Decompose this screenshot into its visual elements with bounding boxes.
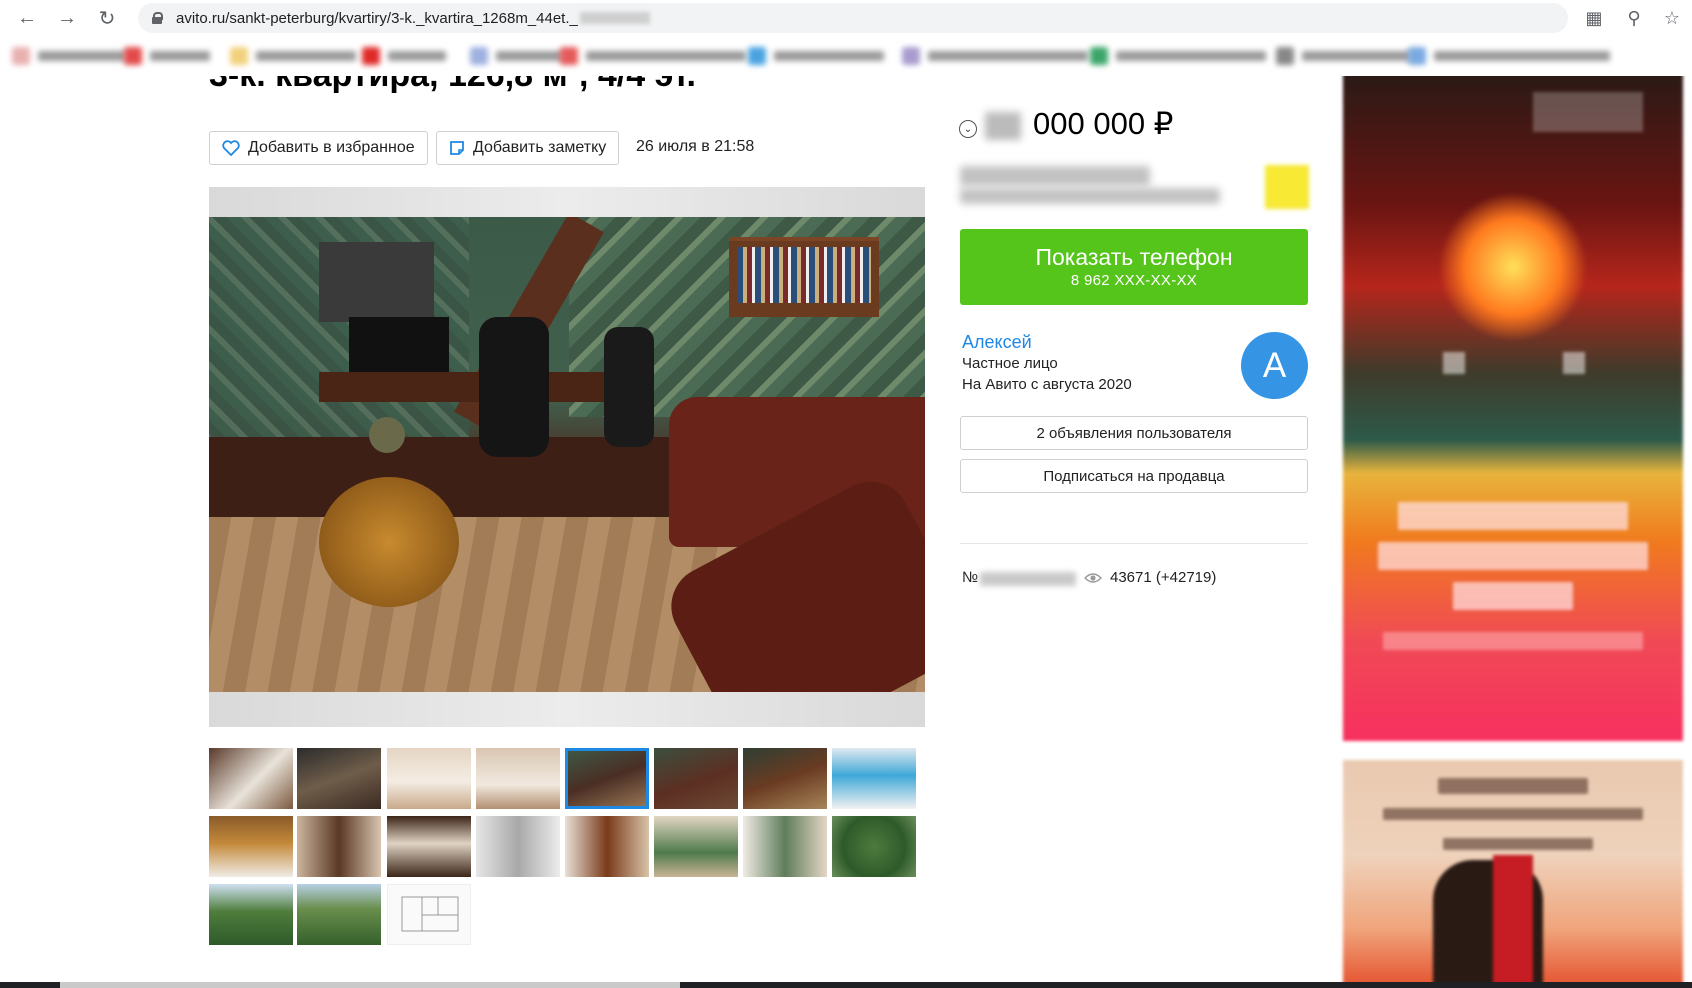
thumbnail-active[interactable]	[565, 748, 649, 809]
bookmark-item[interactable]	[124, 46, 210, 66]
thumbnail[interactable]	[387, 748, 471, 809]
lock-icon	[152, 12, 163, 24]
back-icon[interactable]: ←	[14, 5, 40, 31]
bookmark-item[interactable]	[230, 46, 356, 66]
address-bar[interactable]: avito.ru/sankt-peterburg/kvartiry/3-k._k…	[138, 3, 1568, 33]
thumbnail[interactable]	[209, 884, 293, 945]
thumbnail[interactable]	[387, 816, 471, 877]
ad-banner-top[interactable]	[1343, 76, 1683, 741]
bookmark-item[interactable]	[1408, 46, 1610, 66]
redacted-text	[960, 188, 1220, 204]
add-favorite-button[interactable]: Добавить в избранное	[209, 131, 428, 165]
redacted-text	[960, 166, 1150, 186]
thumbnail[interactable]	[832, 748, 916, 809]
thumbnail[interactable]	[476, 748, 560, 809]
thumbnail[interactable]	[297, 816, 381, 877]
ad-banner-bottom[interactable]	[1343, 760, 1683, 982]
show-phone-label: Показать телефон	[1035, 244, 1233, 270]
star-icon[interactable]: ☆	[1660, 6, 1684, 30]
seller-since: На Авито с августа 2020	[962, 376, 1132, 393]
thumbnail[interactable]	[209, 748, 293, 809]
scrollbar-thumb[interactable]	[60, 982, 680, 988]
url-redacted	[579, 12, 650, 24]
subscribe-seller-button[interactable]: Подписаться на продавца	[960, 459, 1308, 493]
divider	[960, 543, 1308, 544]
bookmarks-bar	[0, 36, 1692, 76]
ad-number-label: №	[962, 569, 979, 586]
thumbnail[interactable]	[654, 748, 738, 809]
forward-icon[interactable]: →	[54, 5, 80, 31]
photo-image	[209, 217, 925, 692]
thumbnail[interactable]	[743, 748, 827, 809]
yellow-badge	[1265, 165, 1309, 209]
zoom-icon[interactable]: ⚲	[1622, 6, 1646, 30]
floorplan-icon	[401, 896, 459, 932]
phone-masked: 8 962 XXX-XX-XX	[1070, 272, 1198, 289]
views-count: 43671 (+42719)	[1110, 569, 1217, 586]
add-note-label: Добавить заметку	[473, 139, 607, 156]
thumbnail[interactable]	[565, 816, 649, 877]
thumbnail[interactable]	[476, 816, 560, 877]
thumbnail[interactable]	[743, 816, 827, 877]
eye-icon	[1084, 573, 1102, 583]
bookmark-item[interactable]	[1090, 46, 1266, 66]
thumbnail[interactable]	[297, 748, 381, 809]
add-note-button[interactable]: Добавить заметку	[436, 131, 620, 165]
listing-title: 3-к. квартира, 126,8 м², 4/4 эт.	[209, 76, 696, 95]
bookmark-item[interactable]	[560, 46, 746, 66]
publish-date: 26 июля в 21:58	[636, 138, 755, 155]
add-favorite-label: Добавить в избранное	[248, 139, 415, 156]
bookmark-item[interactable]	[902, 46, 1088, 66]
thumbnail[interactable]	[297, 884, 381, 945]
price-dropdown-icon[interactable]: ⌄	[959, 120, 977, 138]
bookmark-item[interactable]	[362, 46, 446, 66]
bookmark-item[interactable]	[1276, 46, 1412, 66]
thumbnail[interactable]	[654, 816, 738, 877]
thumbnail[interactable]	[209, 816, 293, 877]
bookmark-item[interactable]	[12, 46, 126, 66]
note-icon	[450, 141, 464, 155]
bookmark-item[interactable]	[470, 46, 564, 66]
thumbnail-floorplan[interactable]	[387, 884, 471, 945]
seller-name-link[interactable]: Алексей	[962, 332, 1032, 353]
price: 000 000 ₽	[1033, 106, 1174, 141]
page-content: 3-к. квартира, 126,8 м², 4/4 эт. Добавит…	[0, 76, 1692, 982]
seller-type: Частное лицо	[962, 355, 1058, 372]
thumbnail[interactable]	[832, 816, 916, 877]
heart-icon	[222, 140, 240, 156]
seller-avatar[interactable]: А	[1241, 332, 1308, 399]
browser-toolbar: ← → ↻ avito.ru/sankt-peterburg/kvartiry/…	[0, 0, 1692, 36]
url-text: avito.ru/sankt-peterburg/kvartiry/3-k._k…	[176, 9, 578, 27]
horizontal-scrollbar[interactable]	[0, 982, 1692, 988]
qr-code-icon[interactable]: ▦	[1582, 6, 1606, 30]
reload-icon[interactable]: ↻	[94, 5, 120, 31]
bookmark-item[interactable]	[748, 46, 884, 66]
user-ads-button[interactable]: 2 объявления пользователя	[960, 416, 1308, 450]
price-redacted	[985, 112, 1021, 140]
ad-number-redacted	[980, 572, 1076, 586]
show-phone-button[interactable]: Показать телефон 8 962 XXX-XX-XX	[960, 229, 1308, 305]
main-photo[interactable]	[209, 187, 925, 727]
